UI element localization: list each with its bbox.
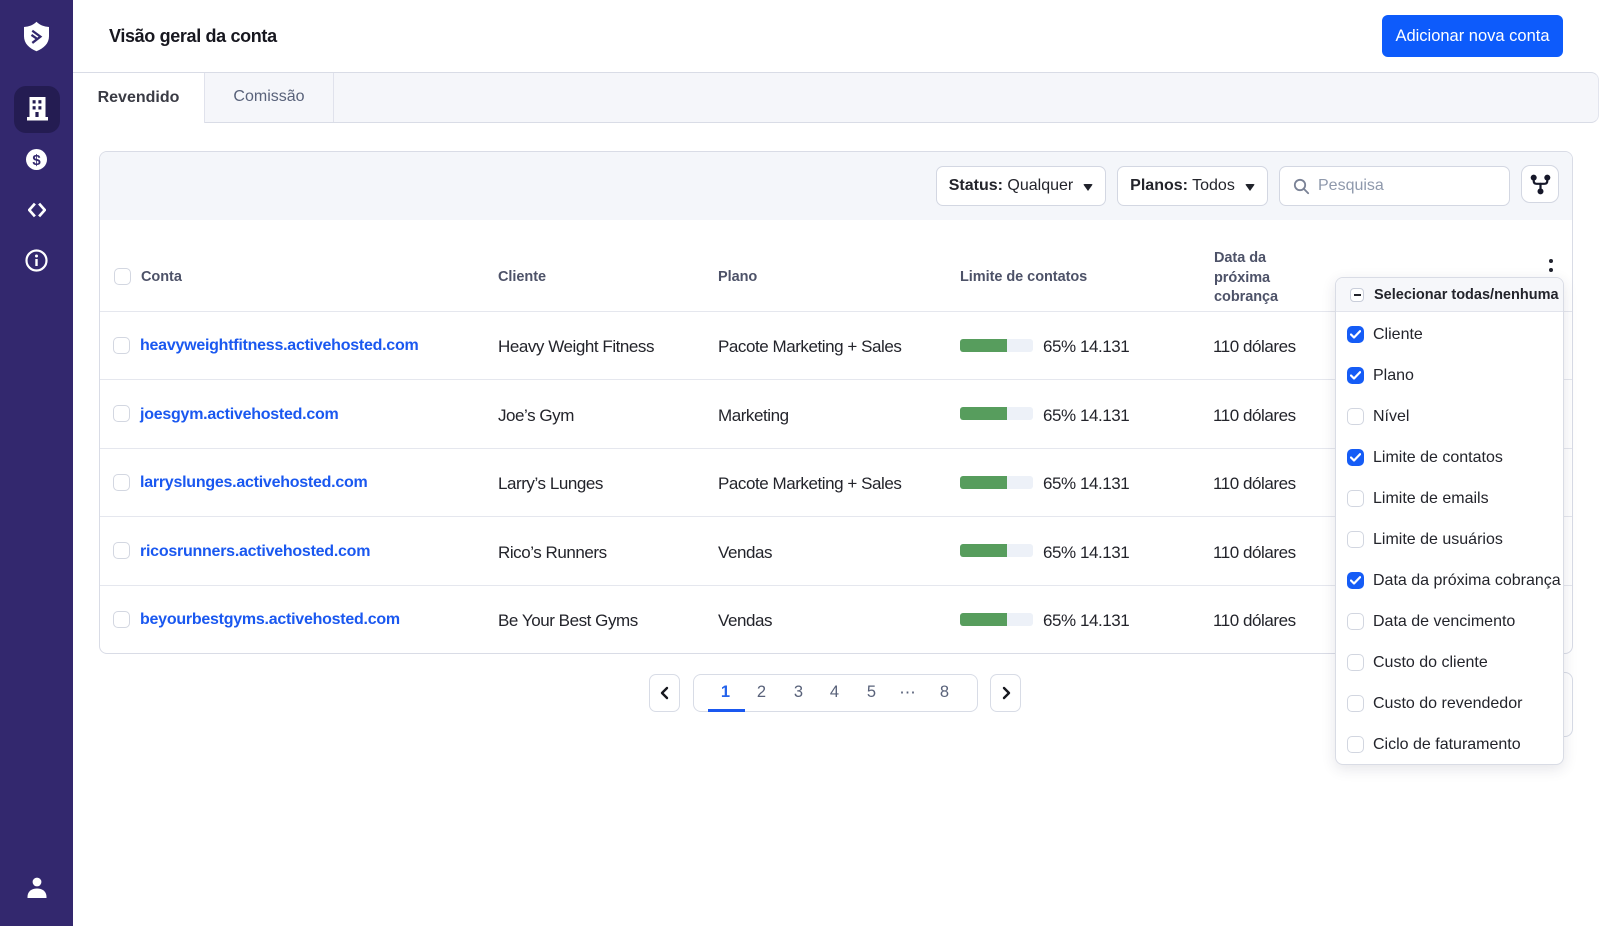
svg-text:$: $: [32, 152, 41, 169]
